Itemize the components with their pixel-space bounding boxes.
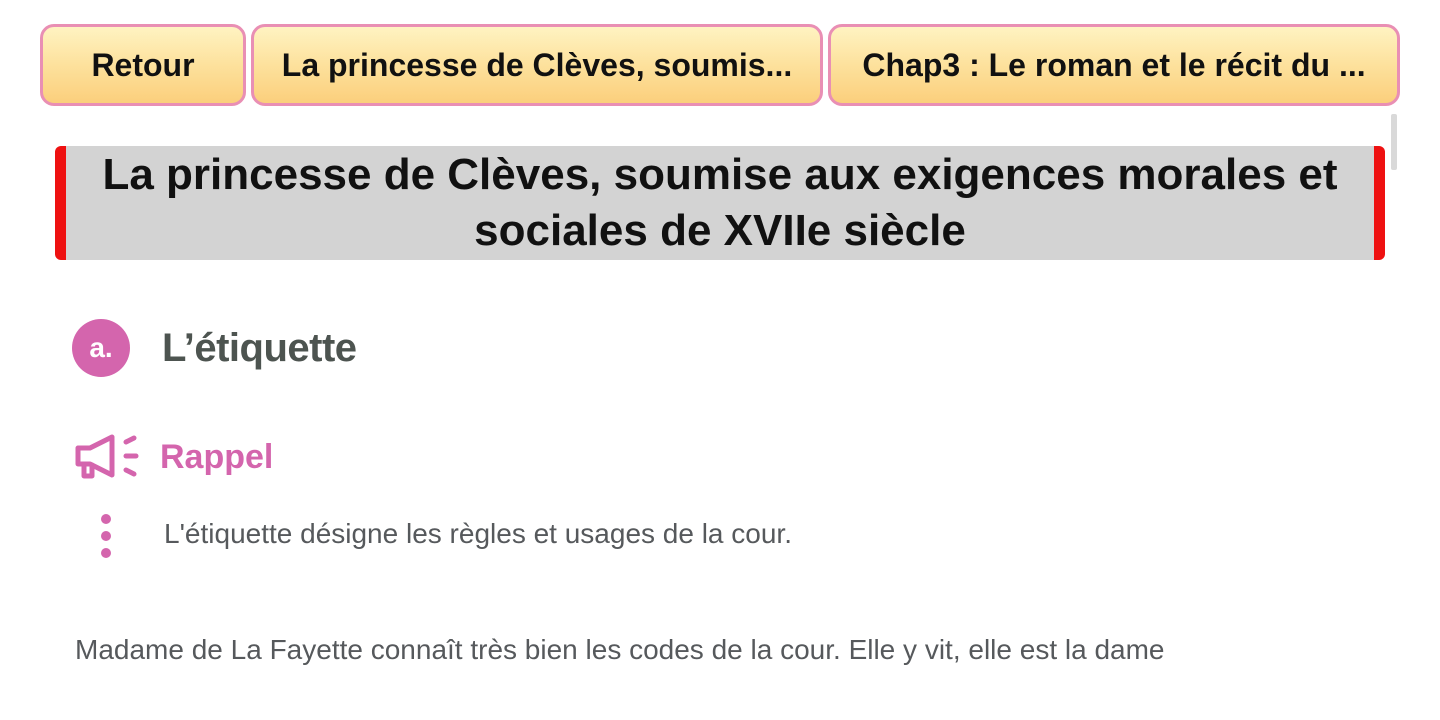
- rappel-label: Rappel: [160, 437, 274, 476]
- chapter-breadcrumb-button[interactable]: Chap3 : Le roman et le récit du ...: [828, 24, 1400, 106]
- rappel-heading: Rappel: [72, 430, 273, 484]
- top-navigation: Retour La princesse de Clèves, soumis...…: [40, 24, 1400, 110]
- vertical-dots-icon: [101, 514, 113, 560]
- lesson-breadcrumb-button[interactable]: La princesse de Clèves, soumis...: [251, 24, 823, 106]
- page-title: La princesse de Clèves, soumise aux exig…: [102, 150, 1338, 255]
- megaphone-icon: [75, 434, 139, 479]
- rappel-definition-text: L'étiquette désigne les règles et usages…: [164, 518, 792, 549]
- back-button[interactable]: Retour: [40, 24, 246, 106]
- section-letter-badge: a.: [72, 319, 130, 377]
- lesson-title-banner: La princesse de Clèves, soumise aux exig…: [55, 146, 1385, 260]
- lesson-paragraph: Madame de La Fayette connaît très bien l…: [75, 634, 1165, 665]
- section-heading: a. L’étiquette: [72, 318, 357, 378]
- page: Retour La princesse de Clèves, soumis...…: [0, 0, 1440, 720]
- scrollbar-thumb[interactable]: [1391, 114, 1397, 170]
- section-title: L’étiquette: [162, 325, 357, 370]
